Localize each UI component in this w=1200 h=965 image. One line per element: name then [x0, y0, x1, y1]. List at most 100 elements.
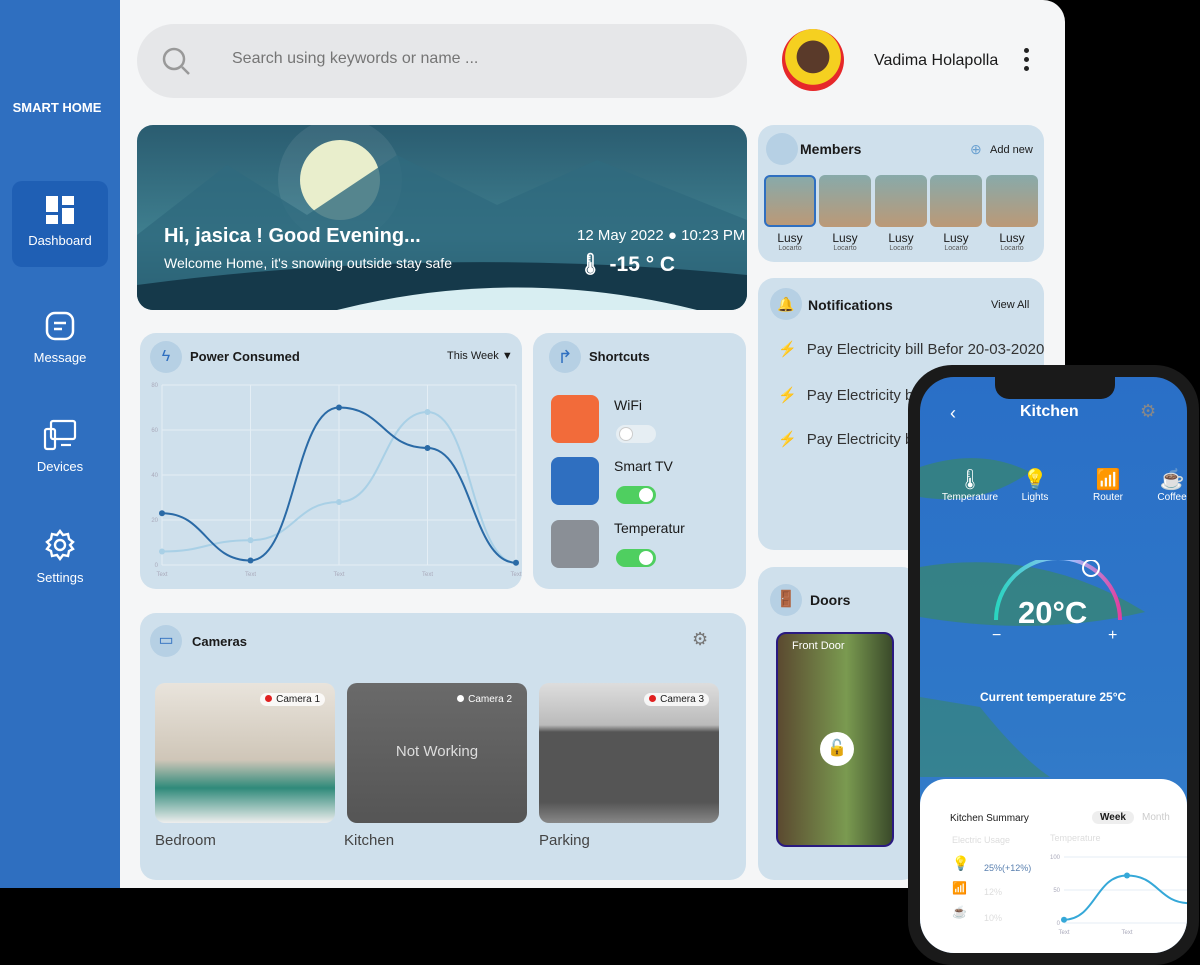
power-card: ϟ Power Consumed This Week ▼ 0 20 40 60 80 Te… — [140, 333, 522, 589]
gear-icon — [45, 529, 75, 561]
camera-feed-parking[interactable]: Camera 3 — [539, 683, 719, 823]
notification-item[interactable]: ⚡ Pay Electricity bi — [778, 430, 917, 448]
bulb-icon: 💡 — [952, 855, 970, 871]
wifi-icon: 📶 — [952, 881, 967, 895]
camera-room: Kitchen — [344, 832, 395, 849]
current-temperature: Current temperature 25°C — [980, 690, 1127, 704]
data-point — [336, 499, 342, 505]
welcome-message: Welcome Home, it's snowing outside stay … — [164, 255, 452, 271]
data-point — [513, 559, 519, 566]
member-name: Lusy — [943, 231, 969, 245]
wifi-toggle[interactable] — [616, 425, 656, 443]
x-tick-label: Text — [333, 572, 344, 578]
room-title: Kitchen — [1020, 403, 1079, 420]
member[interactable]: Lusy Locarto — [764, 175, 816, 252]
member[interactable]: Lusy Locarto — [986, 175, 1038, 252]
back-button[interactable]: ‹ — [950, 403, 956, 424]
add-icon[interactable]: ⊕ — [970, 141, 982, 158]
increase-button[interactable]: + — [1108, 627, 1117, 645]
member[interactable]: Lusy Locarto — [875, 175, 927, 252]
member-photo — [875, 175, 927, 227]
data-point — [247, 537, 254, 544]
y-tick-label: 100 — [1050, 855, 1061, 861]
search-icon — [162, 47, 190, 75]
more-options-icon[interactable] — [1024, 48, 1034, 75]
phone-screen: ‹ Kitchen ⚙ 🌡 Temperature 💡 Lights 📶 Router… — [920, 377, 1187, 953]
add-member-button[interactable]: Add new — [990, 144, 1033, 156]
device-label: Router — [1092, 492, 1123, 503]
sidebar-item-devices[interactable]: Devices — [12, 405, 108, 491]
members-icon — [766, 133, 798, 165]
settings-icon[interactable]: ⚙ — [1140, 401, 1156, 422]
x-tick-label: Text — [422, 572, 433, 578]
temperature-chart: 0 50 100 Text Text Text — [1050, 855, 1187, 936]
member[interactable]: Lusy Locarto — [819, 175, 871, 252]
device-lights[interactable]: 💡 Lights — [1005, 467, 1065, 503]
camera-label: Camera 3 — [644, 693, 709, 706]
search-input[interactable] — [232, 50, 712, 68]
y-tick-label: 20 — [151, 518, 158, 524]
front-door-label: Front Door — [792, 640, 845, 652]
usage-value: 25%(+12%) — [984, 863, 1032, 873]
member[interactable]: Lusy Locarto — [930, 175, 982, 252]
sidebar-item-dashboard[interactable]: Dashboard — [12, 181, 108, 267]
snowy-mountain-illustration — [137, 125, 747, 310]
data-point — [159, 510, 165, 517]
bulb-icon: 💡 — [1022, 469, 1048, 491]
tab-week[interactable]: Week — [1092, 811, 1134, 824]
sidebar-item-settings[interactable]: Settings — [12, 514, 108, 600]
y-tick-label: 0 — [155, 563, 159, 569]
notification-item[interactable]: ⚡ Pay Electricity bill — [778, 386, 923, 404]
member-photo — [986, 175, 1038, 227]
y-tick-label: 60 — [151, 428, 158, 434]
series-line — [1063, 874, 1187, 921]
cameras-title: Cameras — [192, 634, 247, 649]
device-coffee[interactable]: ☕ Coffee — [1142, 467, 1187, 503]
decrease-button[interactable]: − — [992, 627, 1001, 645]
sidebar-item-label: Message — [33, 350, 87, 365]
shortcut-label: Temperatur — [614, 520, 685, 536]
not-working-overlay: Not Working — [395, 743, 479, 760]
notification-text: Pay Electricity bill — [806, 387, 924, 404]
notifications-title: Notifications — [808, 297, 893, 313]
device-router[interactable]: 📶 Router — [1078, 467, 1138, 503]
y-tick-label: 50 — [1053, 888, 1060, 894]
unlock-icon[interactable]: 🔓 — [820, 732, 854, 766]
temperature-toggle[interactable] — [616, 549, 656, 567]
tab-month[interactable]: Month — [1142, 812, 1170, 823]
camera-feed-bedroom[interactable]: Camera 1 — [155, 683, 335, 823]
member-sub: Locarto — [778, 245, 802, 252]
view-all-link[interactable]: View All — [991, 299, 1029, 311]
search-bar[interactable] — [137, 24, 747, 98]
member-sub: Locarto — [944, 245, 968, 252]
bell-icon: 🔔 — [770, 288, 802, 320]
data-point — [336, 404, 342, 411]
notification-item[interactable]: ⚡ Pay Electricity bill Befor 20-03-2020 — [778, 340, 1044, 358]
settings-icon[interactable]: ⚙ — [692, 629, 708, 650]
coffee-icon: ☕ — [952, 905, 967, 919]
electric-usage-label: Electric Usage — [952, 835, 1011, 845]
camera-feed-kitchen[interactable]: Camera 2 Not Working — [347, 683, 527, 823]
share-icon: ↱ — [549, 341, 581, 373]
smart-tv-toggle[interactable] — [616, 486, 656, 504]
member-name: Lusy — [999, 231, 1025, 245]
data-point — [247, 557, 254, 564]
date: 12 May 2022 — [577, 227, 664, 244]
welcome-banner: Hi, jasica ! Good Evening... Welcome Hom… — [137, 125, 747, 310]
usage-value: 10% — [984, 913, 1003, 923]
member-photo — [819, 175, 871, 227]
time: 10:23 PM — [681, 227, 746, 244]
coffee-icon: ☕ — [1159, 469, 1185, 491]
device-temperature[interactable]: 🌡 Temperature — [940, 467, 1000, 503]
notification-text: Pay Electricity bill Befor 20-03-2020 — [806, 341, 1045, 358]
front-door-camera[interactable]: Front Door 🔓 — [776, 632, 894, 847]
data-point — [424, 409, 431, 415]
sidebar-item-message[interactable]: Message — [12, 296, 108, 382]
member-photo — [930, 175, 982, 227]
date-time: 12 May 2022 ● 10:23 PM — [577, 227, 746, 244]
devices-icon — [43, 419, 77, 451]
lightning-icon: ⚡ — [778, 387, 797, 404]
avatar[interactable] — [782, 29, 844, 91]
y-tick-label: 80 — [151, 383, 158, 389]
camera-label: Camera 2 — [452, 693, 517, 706]
